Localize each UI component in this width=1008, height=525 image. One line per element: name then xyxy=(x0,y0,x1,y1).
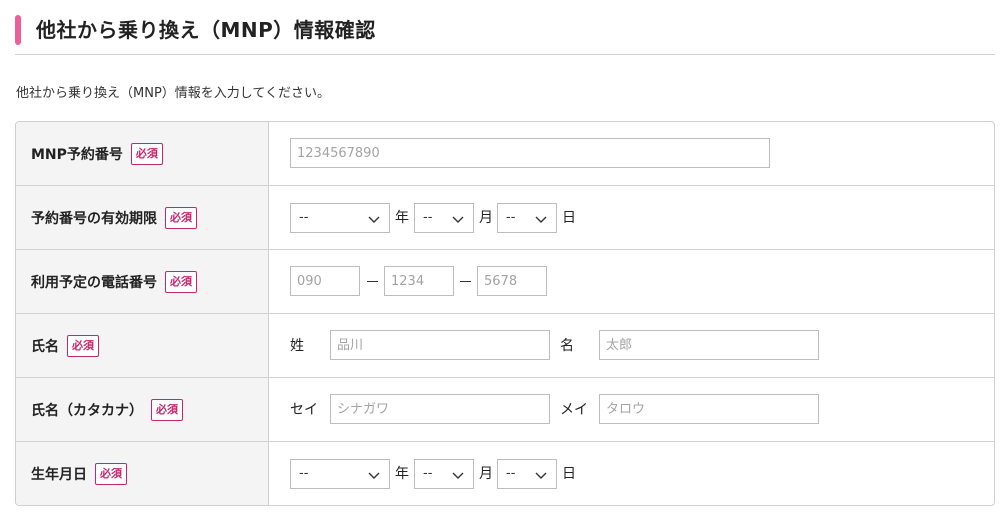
label-cell: MNP予約番号 必須 xyxy=(16,122,269,185)
expiry-year-select[interactable]: -- xyxy=(290,203,390,233)
day-unit: 日 xyxy=(562,466,576,482)
row-birthdate: 生年月日 必須 -- 年 -- 月 -- 日 xyxy=(16,442,994,505)
phone-separator xyxy=(367,281,378,282)
chevron-down-icon xyxy=(535,216,547,223)
row-name-kana: 氏名（カタカナ） 必須 セイ メイ xyxy=(16,378,994,442)
required-badge: 必須 xyxy=(165,206,197,229)
required-badge: 必須 xyxy=(67,334,99,357)
intro-text: 他社から乗り換え（MNP）情報を入力してください。 xyxy=(16,86,331,101)
label-cell: 利用予定の電話番号 必須 xyxy=(16,250,269,313)
required-badge: 必須 xyxy=(165,270,197,293)
row-name: 氏名 必須 姓 名 xyxy=(16,314,994,378)
field-cell: -- 年 -- 月 -- 日 xyxy=(270,442,994,505)
field-cell: セイ メイ xyxy=(270,378,994,441)
select-value: -- xyxy=(506,466,516,481)
year-unit: 年 xyxy=(395,466,409,482)
chevron-down-icon xyxy=(452,216,464,223)
phone-part3-input[interactable] xyxy=(477,266,547,296)
header-accent-bar xyxy=(15,15,21,45)
phone-part1-input[interactable] xyxy=(290,266,360,296)
month-unit: 月 xyxy=(479,466,493,482)
page-title: 他社から乗り換え（MNP）情報確認 xyxy=(36,18,376,42)
last-name-label: 姓 xyxy=(290,338,304,354)
month-unit: 月 xyxy=(479,210,493,226)
phone-separator xyxy=(460,281,471,282)
last-name-kana-label: セイ xyxy=(290,402,318,418)
label-cell: 生年月日 必須 xyxy=(16,442,269,505)
phone-part2-input[interactable] xyxy=(384,266,454,296)
name-label: 氏名 xyxy=(31,338,59,355)
field-cell: -- 年 -- 月 -- 日 xyxy=(270,186,994,249)
mnp-info-page: 他社から乗り換え（MNP）情報確認 他社から乗り換え（MNP）情報を入力してくだ… xyxy=(0,0,1008,525)
first-name-kana-input[interactable] xyxy=(599,394,819,424)
first-name-kana-label: メイ xyxy=(560,402,588,418)
year-unit: 年 xyxy=(395,210,409,226)
required-badge: 必須 xyxy=(130,142,163,165)
select-value: -- xyxy=(423,466,433,481)
select-value: -- xyxy=(299,210,309,225)
field-cell: 姓 名 xyxy=(270,314,994,377)
name-kana-label: 氏名（カタカナ） xyxy=(31,402,143,419)
select-value: -- xyxy=(506,210,516,225)
required-badge: 必須 xyxy=(151,398,183,421)
chevron-down-icon xyxy=(368,216,380,223)
expiry-label: 予約番号の有効期限 xyxy=(31,210,157,227)
chevron-down-icon xyxy=(452,472,464,479)
expiry-day-select[interactable]: -- xyxy=(497,203,557,233)
row-expiry: 予約番号の有効期限 必須 -- 年 -- 月 -- 日 xyxy=(16,186,994,250)
chevron-down-icon xyxy=(535,472,547,479)
day-unit: 日 xyxy=(562,210,576,226)
first-name-input[interactable] xyxy=(599,330,819,360)
last-name-kana-input[interactable] xyxy=(330,394,550,424)
field-cell xyxy=(270,250,994,313)
field-cell xyxy=(270,122,994,185)
required-badge: 必須 xyxy=(95,463,127,485)
birth-month-select[interactable]: -- xyxy=(414,459,474,489)
mnp-number-input[interactable] xyxy=(290,138,770,168)
label-cell: 氏名（カタカナ） 必須 xyxy=(16,378,269,441)
select-value: -- xyxy=(299,466,309,481)
first-name-label: 名 xyxy=(560,338,574,354)
expiry-month-select[interactable]: -- xyxy=(414,203,474,233)
row-mnp-number: MNP予約番号 必須 xyxy=(16,122,994,186)
row-phone: 利用予定の電話番号 必須 xyxy=(16,250,994,314)
chevron-down-icon xyxy=(368,472,380,479)
label-cell: 予約番号の有効期限 必須 xyxy=(16,186,269,249)
birth-year-select[interactable]: -- xyxy=(290,459,390,489)
select-value: -- xyxy=(423,210,433,225)
phone-label: 利用予定の電話番号 xyxy=(31,274,157,291)
birth-day-select[interactable]: -- xyxy=(497,459,557,489)
mnp-number-label: MNP予約番号 xyxy=(31,146,123,163)
mnp-form-table: MNP予約番号 必須 予約番号の有効期限 必須 -- 年 xyxy=(15,121,995,506)
last-name-input[interactable] xyxy=(330,330,550,360)
section-header: 他社から乗り換え（MNP）情報確認 xyxy=(15,12,995,55)
birthdate-label: 生年月日 xyxy=(31,467,87,483)
label-cell: 氏名 必須 xyxy=(16,314,269,377)
